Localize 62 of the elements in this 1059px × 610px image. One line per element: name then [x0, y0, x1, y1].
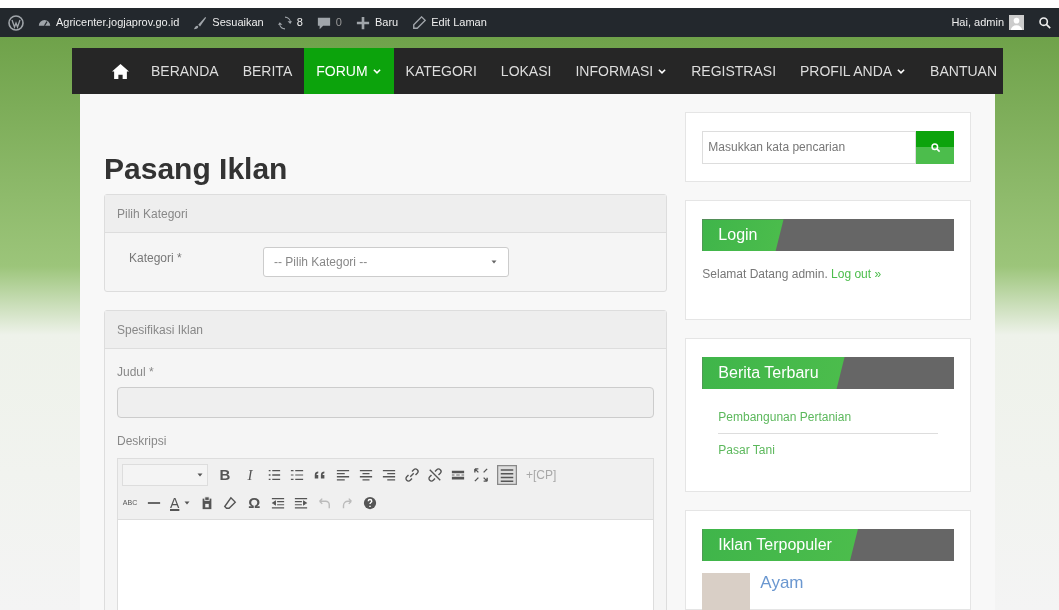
nav-item[interactable]: INFORMASI	[563, 48, 680, 94]
unlink-icon[interactable]	[428, 468, 442, 482]
panel-heading: Pilih Kategori	[105, 195, 667, 233]
pencil-icon	[412, 15, 427, 30]
text-color-button[interactable]: A	[170, 492, 192, 514]
eraser-icon[interactable]	[223, 496, 238, 510]
nav-item[interactable]: BANTUAN	[918, 48, 1009, 94]
nav-item[interactable]: KATEGORI	[393, 48, 489, 94]
indent-icon[interactable]	[294, 496, 309, 510]
search-button[interactable]	[916, 130, 954, 164]
outdent-icon[interactable]	[271, 496, 286, 510]
field-label: Kategori *	[129, 250, 183, 267]
widget-title: Iklan Terpopuler	[702, 529, 858, 561]
search-icon[interactable]	[1038, 16, 1051, 29]
nav-item[interactable]: BERITA	[230, 48, 305, 94]
toolbar-toggle-icon[interactable]	[497, 465, 517, 485]
toolbar-label: +[CP]	[526, 467, 557, 484]
numbered-list-icon[interactable]	[290, 468, 304, 482]
account-menu[interactable]: Hai, admin	[951, 14, 1024, 31]
photo-placeholder	[702, 573, 751, 610]
toolbar-item[interactable]: 0	[316, 14, 342, 31]
toolbar-item[interactable]: Edit Laman	[412, 14, 487, 31]
widget-title: Berita Terbaru	[702, 357, 845, 390]
link-icon[interactable]	[405, 468, 419, 482]
field-label: Deskripsi	[117, 433, 168, 450]
dropdown-caret-icon	[490, 258, 498, 266]
search-field[interactable]: Masukkan kata pencarian	[702, 130, 916, 164]
refresh-icon	[277, 15, 292, 30]
plus-icon	[355, 15, 370, 30]
nav-item[interactable]: PROFIL ANDA	[788, 48, 919, 94]
toolbar-button[interactable]: I	[242, 463, 258, 487]
field-label: Judul *	[117, 364, 155, 381]
search-icon	[929, 141, 941, 153]
brush-icon	[193, 15, 208, 30]
dropdown-caret-icon	[196, 471, 204, 479]
welcome-text: Selamat Datang admin. Log out »	[702, 266, 883, 284]
home-icon[interactable]	[112, 62, 129, 80]
help-icon[interactable]	[363, 496, 378, 510]
toolbar-item[interactable]: 8	[277, 14, 303, 31]
nav-item[interactable]: LOKASI	[488, 48, 564, 94]
avatar-icon	[1009, 15, 1024, 30]
page-title: Pasang Iklan	[104, 152, 289, 186]
toolbar-item[interactable]: Baru	[355, 14, 399, 31]
nav-item[interactable]: BERANDA	[139, 48, 231, 94]
site-link[interactable]: Agricenter.jogjaprov.go.id	[38, 14, 180, 31]
fullscreen-icon[interactable]	[474, 468, 488, 482]
toolbar-button[interactable]: Ω	[246, 491, 263, 515]
read-more-icon[interactable]	[451, 468, 465, 482]
align-left-icon[interactable]	[336, 468, 350, 482]
wordpress-logo-icon[interactable]	[8, 14, 24, 31]
toolbar-button[interactable]: B	[217, 463, 233, 487]
toolbar-item[interactable]: Sesuaikan	[193, 14, 264, 31]
nav-item[interactable]: REGISTRASI	[679, 48, 789, 94]
dropdown-caret-icon	[183, 499, 192, 507]
title-input[interactable]	[117, 387, 655, 418]
align-center-icon[interactable]	[359, 468, 373, 482]
align-right-icon[interactable]	[382, 468, 396, 482]
bulleted-list-icon[interactable]	[267, 468, 281, 482]
category-select[interactable]: -- Pilih Kategori --	[263, 247, 509, 277]
widget-title: Login	[702, 219, 784, 252]
panel-heading: Spesifikasi Iklan	[105, 311, 667, 349]
speech-bubble-icon	[316, 15, 331, 30]
